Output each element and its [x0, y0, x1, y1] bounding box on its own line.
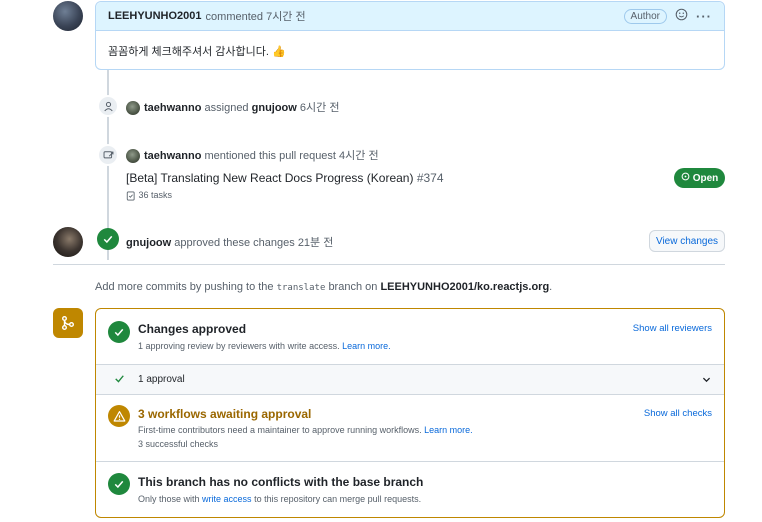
workflows-sub: First-time contributors need a maintaine… — [138, 425, 473, 435]
write-access-link[interactable]: write access — [202, 494, 252, 504]
view-changes-button[interactable]: View changes — [649, 230, 725, 252]
approval-check-icon — [114, 373, 125, 387]
timeline-divider — [53, 264, 725, 265]
git-merge-icon — [53, 308, 83, 338]
comment-action: commented 7시간 전 — [205, 11, 306, 23]
thumbs-up-emoji: 👍 — [272, 46, 286, 58]
checklist-icon — [126, 190, 139, 201]
changes-learn-more-link[interactable]: Learn more. — [342, 341, 391, 351]
assigned-time[interactable]: 6시간 전 — [300, 102, 340, 114]
approval-count-label: 1 approval — [138, 374, 185, 385]
comment-body: 꼼꼼하게 체크해주셔서 감사합니다. 👍 — [96, 31, 724, 71]
no-conflicts-title: This branch has no conflicts with the ba… — [138, 475, 424, 489]
workflows-learn-more-link[interactable]: Learn more. — [424, 425, 473, 435]
changes-approved-section: Changes approved 1 approving review by r… — [96, 309, 724, 365]
repo-name: LEEHYUNHO2001/ko.reactjs.org — [380, 281, 550, 293]
approved-text: approved these changes 21분 전 — [174, 237, 334, 249]
avatar-taehwanno[interactable] — [126, 101, 140, 116]
no-conflicts-section: This branch has no conflicts with the ba… — [96, 462, 724, 517]
assigned-actor[interactable]: taehwanno — [144, 102, 201, 114]
task-progress: 36 tasks — [126, 190, 172, 201]
changes-approved-title: Changes approved — [138, 322, 247, 336]
changes-approved-sub: 1 approving review by reviewers with wri… — [138, 341, 391, 351]
check-circle-icon-2 — [108, 473, 130, 495]
author-badge: Author — [623, 8, 667, 24]
mentioned-actor[interactable]: taehwanno — [144, 150, 201, 162]
mentioned-event: taehwanno mentioned this pull request 4시… — [126, 147, 379, 164]
changes-approved-sub-text: 1 approving review by reviewers with wri… — [138, 341, 340, 351]
push-note-prefix: Add more commits by pushing to the — [95, 281, 274, 293]
comment-box: LEEHYUNHO2001 commented 7시간 전 Author ···… — [95, 1, 725, 70]
push-note: Add more commits by pushing to the trans… — [95, 281, 552, 293]
issue-open-icon — [681, 172, 690, 184]
check-circle-icon — [108, 321, 130, 343]
smiley-icon[interactable] — [675, 8, 688, 24]
avatar-leehyunho[interactable] — [53, 1, 83, 31]
show-all-reviewers-link[interactable]: Show all reviewers — [633, 323, 712, 334]
ref-number[interactable]: #374 — [417, 171, 444, 185]
approved-check-icon — [97, 228, 119, 250]
cross-reference-icon — [97, 144, 119, 166]
open-status-label: Open — [692, 172, 719, 184]
avatar-gnujoow[interactable] — [53, 227, 83, 257]
approval-row[interactable]: 1 approval — [96, 365, 724, 395]
ref-title-text[interactable]: [Beta] Translating New React Docs Progre… — [126, 171, 413, 185]
push-note-suffix: . — [549, 281, 553, 293]
successful-checks-text: 3 successful checks — [138, 439, 219, 449]
avatar-taehwanno-2[interactable] — [126, 149, 140, 164]
branch-name: translate — [276, 283, 326, 293]
approved-event: gnujoow approved these changes 21분 전 — [126, 234, 333, 250]
approved-actor[interactable]: gnujoow — [126, 237, 171, 249]
assigned-verb: assigned — [204, 102, 249, 114]
open-status-badge: Open — [674, 168, 725, 188]
person-icon — [97, 95, 119, 117]
chevron-down-icon[interactable] — [701, 374, 712, 388]
workflows-section: 3 workflows awaiting approval First-time… — [96, 395, 724, 462]
no-conflicts-sub-prefix: Only those with — [138, 494, 200, 504]
no-conflicts-sub: Only those with write access to this rep… — [138, 494, 421, 504]
alert-icon — [108, 405, 130, 427]
no-conflicts-sub-suffix: to this repository can merge pull reques… — [254, 494, 422, 504]
kebab-icon[interactable]: ··· — [696, 9, 712, 24]
comment-header: LEEHYUNHO2001 commented 7시간 전 Author ··· — [96, 2, 724, 31]
merge-status-box: Changes approved 1 approving review by r… — [95, 308, 725, 518]
referenced-pr-title[interactable]: [Beta] Translating New React Docs Progre… — [126, 171, 444, 185]
show-all-checks-link[interactable]: Show all checks — [644, 408, 712, 419]
mentioned-text: mentioned this pull request 4시간 전 — [204, 150, 379, 162]
tasks-count: 36 tasks — [138, 190, 173, 200]
assigned-event: taehwanno assigned gnujoow 6시간 전 — [126, 99, 340, 116]
assigned-target[interactable]: gnujoow — [252, 102, 297, 114]
comment-author[interactable]: LEEHYUNHO2001 — [108, 10, 202, 22]
workflows-title: 3 workflows awaiting approval — [138, 407, 312, 421]
workflows-sub-text: First-time contributors need a maintaine… — [138, 425, 422, 435]
push-note-middle: branch on — [328, 281, 378, 293]
comment-text: 꼼꼼하게 체크해주셔서 감사합니다. — [108, 46, 269, 58]
